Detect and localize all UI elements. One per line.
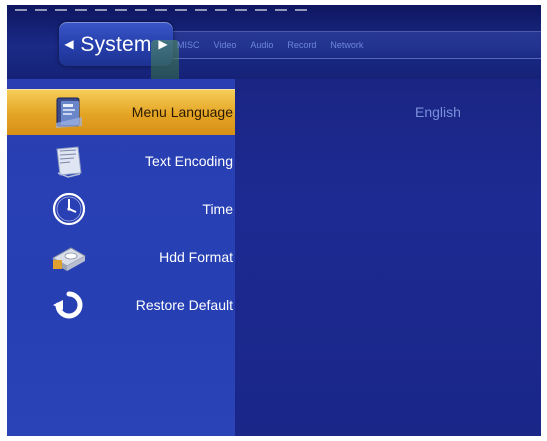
settings-menu: Menu Language Text Encoding Time Hdd For… xyxy=(7,79,235,436)
settings-screen: ◀ System ▶ MISC Video Audio Record Netwo… xyxy=(7,5,541,436)
menu-label-restore-default: Restore Default xyxy=(135,297,233,313)
tab-right-arrow-icon[interactable]: ▶ xyxy=(158,37,168,51)
menu-item-restore-default[interactable]: Restore Default xyxy=(7,282,235,328)
tab-network[interactable]: Network xyxy=(330,40,363,50)
sub-tabs: MISC Video Audio Record Network xyxy=(177,40,363,50)
menu-item-menu-language[interactable]: Menu Language xyxy=(7,89,235,135)
hard-disk-icon xyxy=(49,238,89,276)
menu-label-text-encoding: Text Encoding xyxy=(145,153,233,169)
tab-audio[interactable]: Audio xyxy=(250,40,273,50)
language-book-icon xyxy=(49,93,89,131)
menu-item-time[interactable]: Time xyxy=(7,186,235,232)
tab-left-arrow-icon[interactable]: ◀ xyxy=(64,37,74,51)
text-encoding-book-icon xyxy=(49,142,89,180)
tab-system[interactable]: ◀ System ▶ xyxy=(59,22,179,84)
menu-label-menu-language: Menu Language xyxy=(131,104,233,120)
tab-record[interactable]: Record xyxy=(287,40,316,50)
clock-icon xyxy=(49,190,89,228)
tab-video[interactable]: Video xyxy=(214,40,237,50)
header-bar: ◀ System ▶ MISC Video Audio Record Netwo… xyxy=(7,5,541,84)
menu-language-value: English xyxy=(415,104,461,120)
menu-item-hdd-format[interactable]: Hdd Format xyxy=(7,234,235,280)
restore-arrow-icon xyxy=(49,286,89,324)
menu-label-hdd-format: Hdd Format xyxy=(159,249,233,265)
tab-misc[interactable]: MISC xyxy=(177,40,200,50)
menu-item-text-encoding[interactable]: Text Encoding xyxy=(7,138,235,184)
tab-system-label: System xyxy=(80,33,152,56)
menu-label-time: Time xyxy=(202,201,233,217)
decorative-dashes xyxy=(15,9,315,11)
